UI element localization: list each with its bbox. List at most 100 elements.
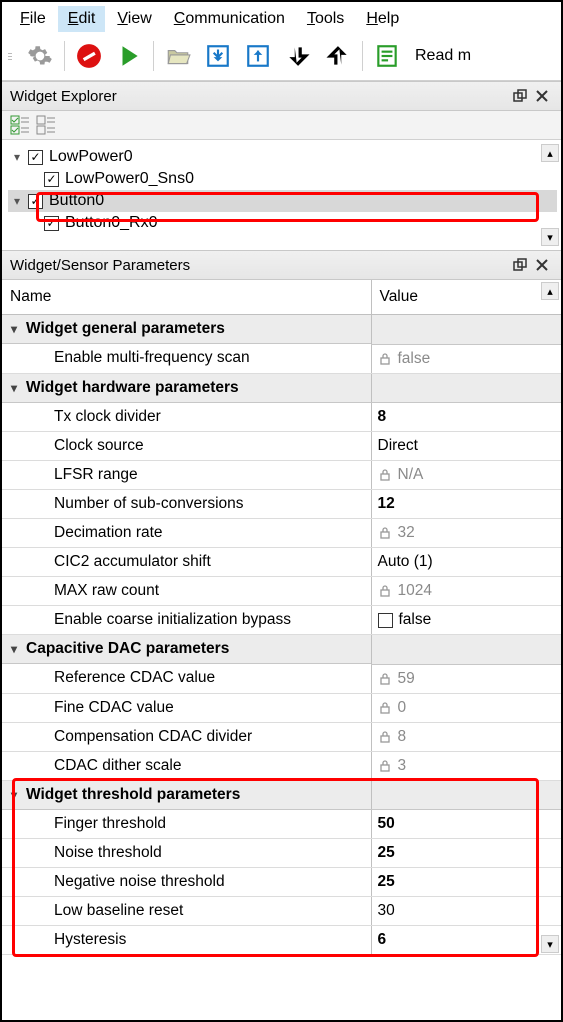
lock-icon xyxy=(378,701,392,715)
check-all-icon[interactable] xyxy=(10,115,30,135)
param-row[interactable]: CIC2 accumulator shiftAuto (1) xyxy=(2,548,561,577)
import-button[interactable] xyxy=(280,38,316,74)
param-name: Decimation rate xyxy=(2,519,371,548)
param-value[interactable]: 25 xyxy=(371,868,561,897)
checkbox[interactable] xyxy=(378,613,393,628)
param-value[interactable]: Auto (1) xyxy=(371,548,561,577)
col-value[interactable]: Value xyxy=(371,280,561,315)
param-group[interactable]: ▾ Widget general parameters xyxy=(2,315,561,345)
chevron-down-icon[interactable]: ▾ xyxy=(6,322,22,336)
checkbox[interactable] xyxy=(28,194,43,209)
param-value[interactable]: 8 xyxy=(371,403,561,432)
param-value[interactable]: 30 xyxy=(371,897,561,926)
param-row[interactable]: Enable multi-frequency scanfalse xyxy=(2,344,561,373)
param-value[interactable]: 8 xyxy=(371,722,561,751)
scroll-down-button[interactable]: ▾ xyxy=(541,228,559,246)
play-icon xyxy=(116,43,142,69)
param-name: Compensation CDAC divider xyxy=(2,722,371,751)
uncheck-all-icon[interactable] xyxy=(36,115,56,135)
param-row[interactable]: Tx clock divider8 xyxy=(2,403,561,432)
undock-button[interactable] xyxy=(509,255,531,275)
param-group[interactable]: ▾Widget hardware parameters xyxy=(2,373,561,403)
widget-tree: ▾ LowPower0 LowPower0_Sns0 ▾ Button0 But… xyxy=(2,140,561,250)
folder-open-icon xyxy=(165,43,191,69)
scroll-up-button[interactable]: ▴ xyxy=(541,144,559,162)
param-row[interactable]: MAX raw count1024 xyxy=(2,577,561,606)
param-name: Enable multi-frequency scan xyxy=(2,344,371,373)
checkbox[interactable] xyxy=(28,150,43,165)
chevron-down-icon[interactable]: ▾ xyxy=(10,194,24,208)
param-value[interactable]: 59 xyxy=(371,664,561,693)
stop-button[interactable] xyxy=(71,38,107,74)
group-title: Widget general parameters xyxy=(26,320,225,338)
param-group[interactable]: ▾Capacitive DAC parameters xyxy=(2,635,561,665)
close-button[interactable] xyxy=(531,86,553,106)
undock-button[interactable] xyxy=(509,86,531,106)
param-value[interactable]: false xyxy=(371,606,561,635)
param-group[interactable]: ▾ Widget threshold parameters xyxy=(2,780,561,810)
param-value[interactable]: 12 xyxy=(371,490,561,519)
chevron-down-icon[interactable]: ▾ xyxy=(6,642,22,656)
param-row[interactable]: LFSR rangeN/A xyxy=(2,461,561,490)
tree-item-button0-rx0[interactable]: Button0_Rx0 xyxy=(8,212,557,234)
param-row[interactable]: Noise threshold25 xyxy=(2,839,561,868)
param-row[interactable]: Finger threshold50 xyxy=(2,810,561,839)
close-button[interactable] xyxy=(531,255,553,275)
menu-communication[interactable]: Communication xyxy=(164,6,295,32)
param-value[interactable]: 1024 xyxy=(371,577,561,606)
params-table-container: Name Value ▾ Widget general parameters Ena… xyxy=(2,280,561,955)
export-button[interactable] xyxy=(320,38,356,74)
play-button[interactable] xyxy=(111,38,147,74)
param-row[interactable]: Decimation rate32 xyxy=(2,519,561,548)
param-value[interactable]: 50 xyxy=(371,810,561,839)
param-row[interactable]: Reference CDAC value59 xyxy=(2,664,561,693)
param-value[interactable]: N/A xyxy=(371,461,561,490)
param-value[interactable]: 0 xyxy=(371,693,561,722)
param-row[interactable]: Fine CDAC value0 xyxy=(2,693,561,722)
log-button[interactable] xyxy=(369,38,405,74)
scroll-up-button[interactable]: ▴ xyxy=(541,282,559,300)
download-button[interactable] xyxy=(200,38,236,74)
param-row[interactable]: Compensation CDAC divider8 xyxy=(2,722,561,751)
chevron-down-icon[interactable]: ▾ xyxy=(6,788,22,802)
param-value[interactable]: 25 xyxy=(371,839,561,868)
param-row[interactable]: Clock sourceDirect xyxy=(2,432,561,461)
chevron-down-icon[interactable]: ▾ xyxy=(6,381,22,395)
chevron-down-icon[interactable]: ▾ xyxy=(10,150,24,164)
param-value[interactable]: false xyxy=(371,344,561,373)
lock-icon xyxy=(378,352,392,366)
group-title: Widget threshold parameters xyxy=(26,786,240,804)
param-value[interactable]: Direct xyxy=(371,432,561,461)
toolbar: Read m xyxy=(2,36,561,81)
param-row[interactable]: Enable coarse initialization bypassfalse xyxy=(2,606,561,635)
menu-view[interactable]: View xyxy=(107,6,161,32)
checkbox[interactable] xyxy=(44,172,59,187)
param-row[interactable]: CDAC dither scale3 xyxy=(2,751,561,780)
param-row[interactable]: Number of sub-conversions12 xyxy=(2,490,561,519)
menu-edit[interactable]: Edit xyxy=(58,6,106,32)
param-value[interactable]: 32 xyxy=(371,519,561,548)
param-name: CDAC dither scale xyxy=(2,751,371,780)
checkbox[interactable] xyxy=(44,216,59,231)
menu-tools[interactable]: Tools xyxy=(297,6,354,32)
lock-icon xyxy=(378,730,392,744)
tree-item-button0[interactable]: ▾ Button0 xyxy=(8,190,557,212)
param-name: Clock source xyxy=(2,432,371,461)
param-value[interactable]: 3 xyxy=(371,751,561,780)
export-icon xyxy=(325,43,351,69)
param-value[interactable]: 6 xyxy=(371,926,561,955)
menu-file[interactable]: File xyxy=(10,6,56,32)
col-name[interactable]: Name xyxy=(2,280,371,315)
open-button[interactable] xyxy=(160,38,196,74)
upload-button[interactable] xyxy=(240,38,276,74)
read-label[interactable]: Read m xyxy=(409,47,471,65)
param-row[interactable]: Low baseline reset30 xyxy=(2,897,561,926)
param-name: Finger threshold xyxy=(2,810,371,839)
tree-item-lowpower0[interactable]: ▾ LowPower0 xyxy=(8,146,557,168)
param-row[interactable]: Hysteresis6 xyxy=(2,926,561,955)
gear-button[interactable] xyxy=(22,38,58,74)
menu-help[interactable]: Help xyxy=(356,6,409,32)
tree-item-lowpower0-sns0[interactable]: LowPower0_Sns0 xyxy=(8,168,557,190)
scroll-down-button[interactable]: ▾ xyxy=(541,935,559,953)
param-row[interactable]: Negative noise threshold25 xyxy=(2,868,561,897)
